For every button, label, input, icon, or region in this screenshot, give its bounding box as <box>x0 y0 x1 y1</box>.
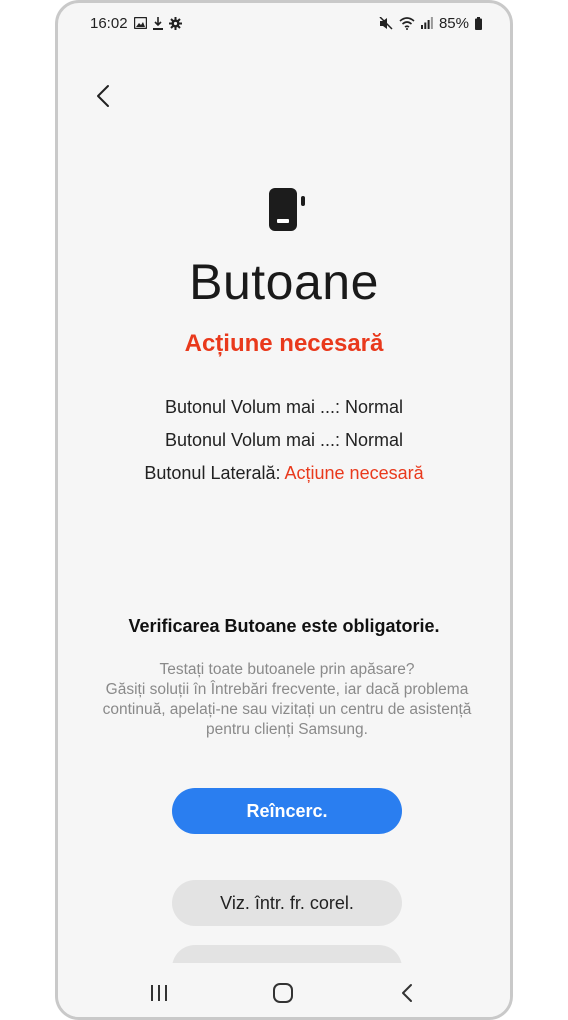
result-value: Normal <box>345 430 404 450</box>
page-title: Butoane <box>189 254 379 310</box>
result-label: Butonul Laterală: <box>144 463 281 483</box>
help-line: continuă, apelați-ne sau vizitați un cen… <box>102 701 472 718</box>
recents-button[interactable] <box>144 978 174 1008</box>
results-list: Butonul Volum mai ...: Normal Butonul Vo… <box>58 395 510 494</box>
back-icon <box>402 984 412 1002</box>
settings-icon <box>168 16 182 30</box>
gallery-icon <box>133 17 147 29</box>
result-label: Butonul Volum mai ...: <box>164 397 341 417</box>
help-line: pentru clienți Samsung. <box>206 721 368 738</box>
back-nav-button[interactable] <box>392 978 422 1008</box>
battery-percent: 85% <box>438 14 469 32</box>
result-label: Butonul Volum mai ...: <box>164 430 341 450</box>
result-row: Butonul Laterală: Acțiune necesară <box>58 461 510 494</box>
recents-icon <box>151 985 167 1001</box>
phone-side-button-icon <box>267 187 307 238</box>
result-value: Acțiune necesară <box>284 463 424 483</box>
download-icon <box>152 16 163 30</box>
view-faq-button[interactable]: Viz. într. fr. corel. <box>172 880 402 926</box>
phone-frame: 16:02 85% Butoane Acțiune necesară Buton… <box>55 0 513 1020</box>
mute-icon <box>379 16 393 30</box>
test-status: Acțiune necesară <box>184 330 384 357</box>
mandatory-notice: Verificarea Butoane este obligatorie. <box>128 616 440 636</box>
chevron-left-icon <box>97 85 109 107</box>
result-row: Butonul Volum mai ...: Normal <box>58 395 510 428</box>
clock: 16:02 <box>90 14 128 32</box>
help-text: Testați toate butoanele prin apăsare? Gă… <box>82 660 492 740</box>
help-line: Testați toate butoanele prin apăsare? <box>159 661 415 678</box>
wifi-icon <box>399 16 415 30</box>
navigation-bar <box>58 963 510 1017</box>
signal-icon <box>420 17 433 29</box>
home-icon <box>273 983 293 1003</box>
help-line: Găsiți soluții în Întrebări frecvente, i… <box>105 681 469 698</box>
back-button[interactable] <box>88 81 118 111</box>
result-row: Butonul Volum mai ...: Normal <box>58 428 510 461</box>
result-value: Normal <box>345 397 404 417</box>
home-button[interactable] <box>268 978 298 1008</box>
status-bar: 16:02 85% <box>58 3 510 43</box>
battery-icon <box>475 16 482 30</box>
status-bar-left: 16:02 <box>90 15 182 32</box>
retry-button[interactable]: Reîncerc. <box>172 788 402 834</box>
status-bar-right: 85% <box>379 15 482 32</box>
